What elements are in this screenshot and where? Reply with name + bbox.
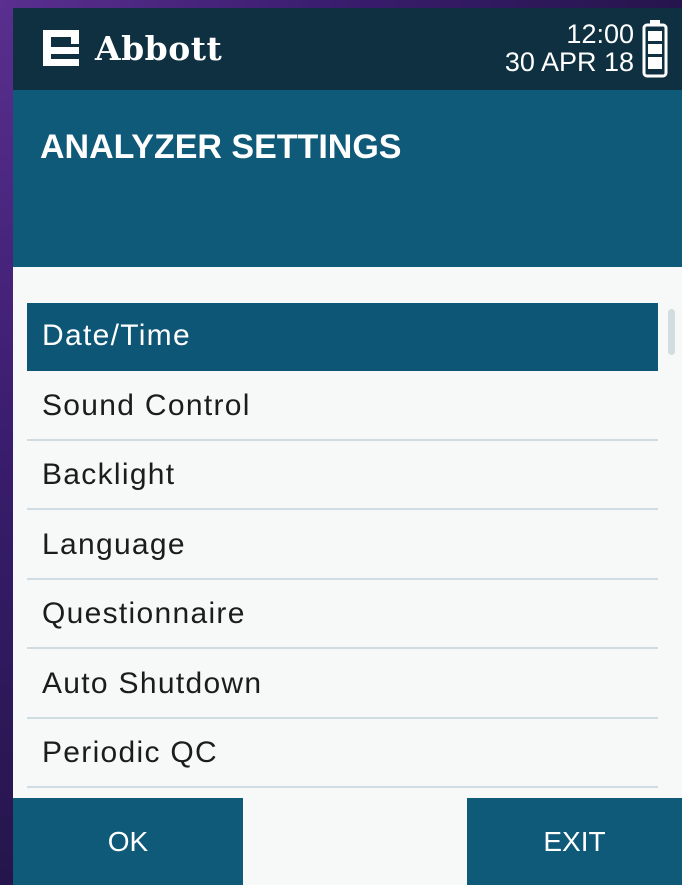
menu-item-date-time[interactable]: Date/Time [27,303,658,371]
brand-logo: Abbott [37,22,222,74]
exit-button[interactable]: EXIT [467,798,682,885]
abbott-logo-icon [43,30,79,66]
menu-item-periodic-qc[interactable]: Periodic QC [27,720,658,788]
title-band: ANALYZER SETTINGS [13,90,682,267]
ok-button[interactable]: OK [13,798,243,885]
device-screen: Abbott 12:00 30 APR 18 ANALYZER SETTINGS… [13,8,682,885]
status-bar: Abbott 12:00 30 APR 18 [13,8,682,90]
menu-item-sound-control[interactable]: Sound Control [27,373,658,441]
date-display: 30 APR 18 [504,47,634,77]
menu-item-questionnaire[interactable]: Questionnaire [27,581,658,649]
brand-name: Abbott [95,28,223,68]
settings-list-area: Date/Time Sound Control Backlight Langua… [13,267,682,798]
settings-menu: Date/Time Sound Control Backlight Langua… [27,303,658,790]
menu-item-auto-shutdown[interactable]: Auto Shutdown [27,651,658,719]
scrollbar-thumb[interactable] [668,309,675,355]
menu-item-backlight[interactable]: Backlight [27,442,658,510]
menu-item-language[interactable]: Language [27,512,658,580]
clock: 12:00 30 APR 18 [505,20,634,76]
scrollbar[interactable] [665,303,677,793]
page-title: ANALYZER SETTINGS [40,128,402,166]
battery-icon [642,20,668,78]
time-display: 12:00 [566,19,634,49]
